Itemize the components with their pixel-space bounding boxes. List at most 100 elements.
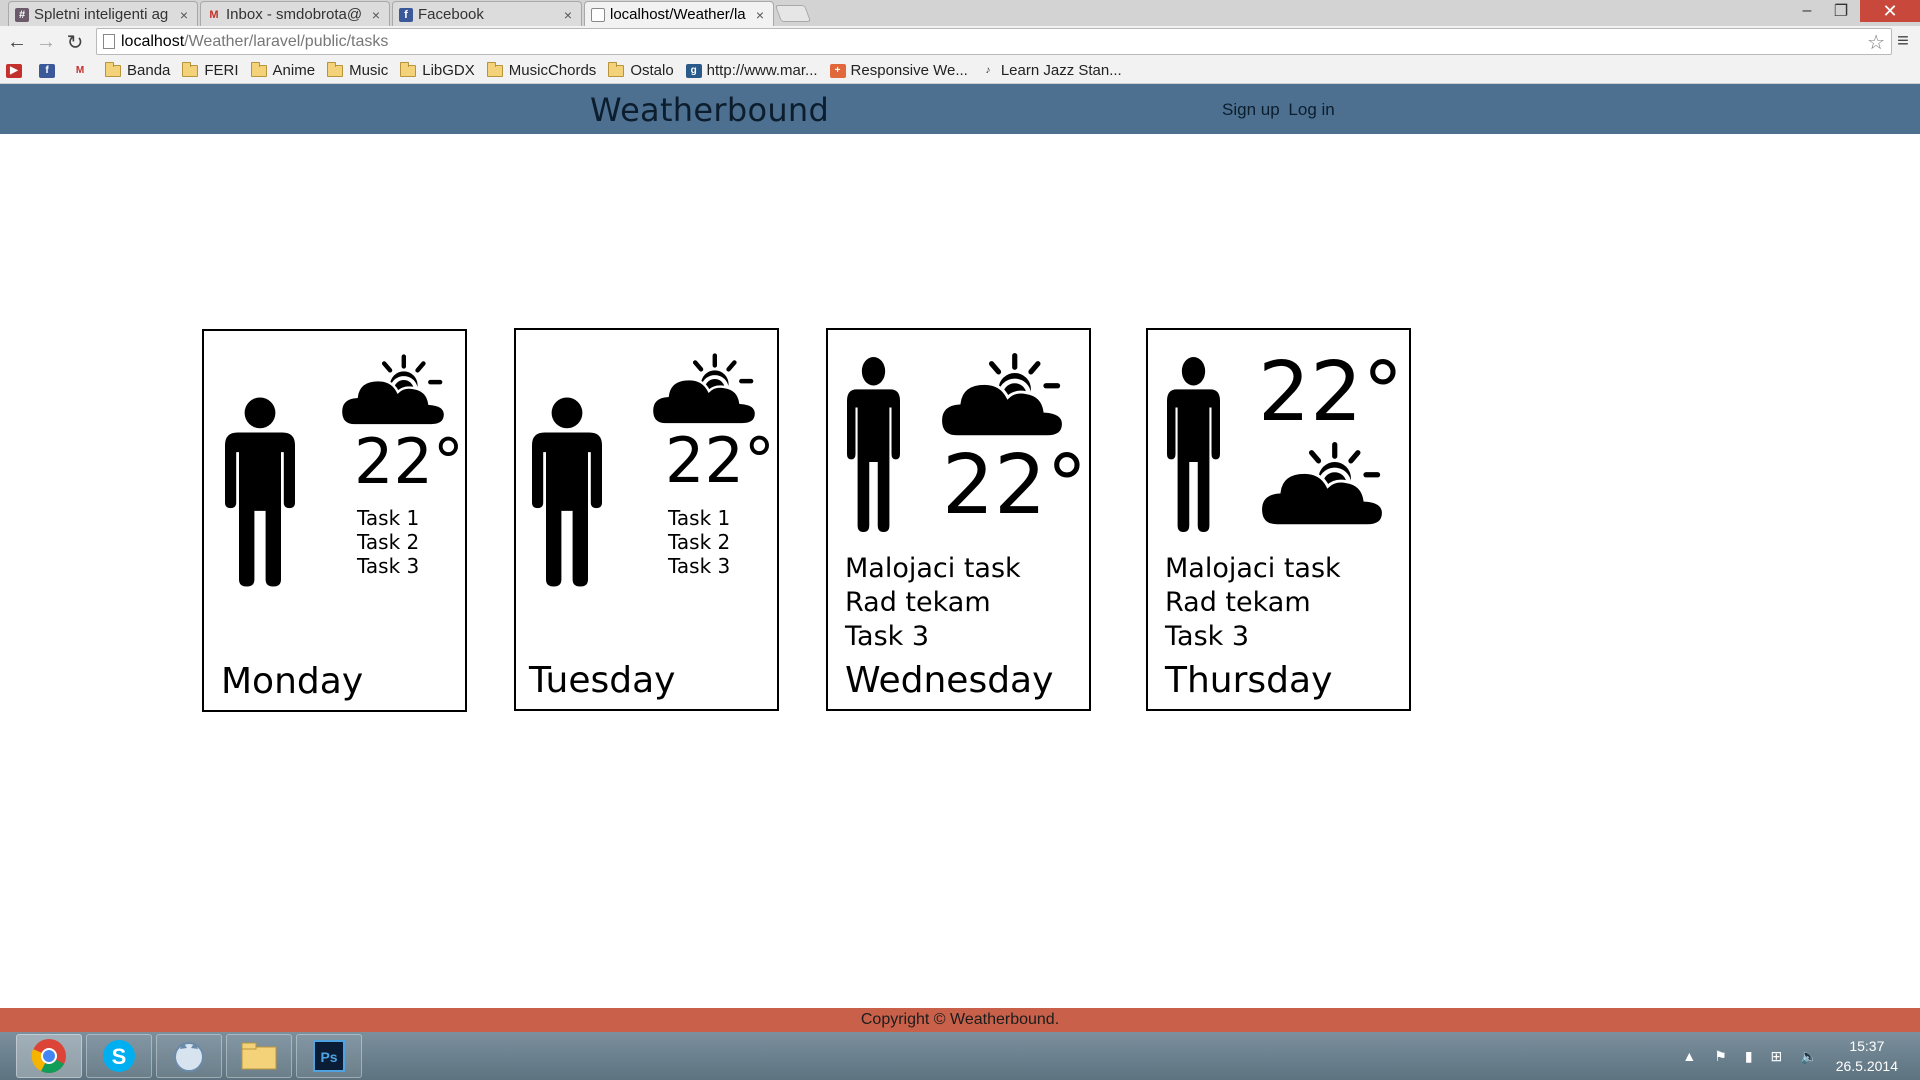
task-item[interactable]: Task 2 — [668, 530, 730, 554]
show-hidden-icons-icon[interactable]: ▲ — [1682, 1048, 1696, 1064]
bookmark-mar[interactable]: g http://www.mar... — [685, 62, 818, 79]
bookmark-feri[interactable]: FERI — [182, 61, 239, 79]
task-item[interactable]: Rad tekam — [845, 586, 1021, 620]
chrome-icon[interactable] — [16, 1034, 82, 1078]
plus-icon: + — [829, 63, 846, 78]
address-bar[interactable]: localhost/Weather/laravel/public/tasks ☆ — [96, 28, 1892, 55]
bookmark-responsive[interactable]: + Responsive We... — [829, 62, 968, 79]
close-tab-icon[interactable]: × — [561, 7, 575, 23]
day-label: Tuesday — [529, 660, 676, 701]
music-note-icon: ♪ — [985, 65, 991, 76]
day-card-wednesday[interactable]: 22° Malojaci task Rad tekam Task 3 Wedne… — [826, 328, 1091, 711]
minimize-icon[interactable]: ‒ — [1788, 0, 1826, 22]
skype-icon[interactable]: S — [86, 1034, 152, 1078]
copyright-text: Copyright © Weatherbound. — [860, 1011, 1060, 1028]
task-item[interactable]: Malojaci task — [845, 552, 1021, 586]
site-brand[interactable]: Weatherbound — [590, 91, 829, 129]
close-tab-icon[interactable]: × — [177, 7, 191, 23]
bookmark-gmail[interactable]: M — [72, 64, 93, 78]
facebook-icon: f — [399, 7, 413, 22]
bookmark-ostalo[interactable]: Ostalo — [608, 61, 674, 79]
bookmark-libgdx[interactable]: LibGDX — [400, 61, 475, 79]
page-icon: g — [685, 63, 702, 78]
day-card-tuesday[interactable]: 22° Task 1 Task 2 Task 3 Tuesday — [514, 328, 779, 711]
flag-icon[interactable]: ⚑ — [1714, 1048, 1727, 1065]
volume-icon[interactable]: 🔈 — [1800, 1048, 1817, 1065]
login-link[interactable]: Log in — [1288, 100, 1334, 119]
system-tray: ▲ ⚑ ▮ ⊞ 🔈 15:37 26.5.2014 — [1682, 1032, 1920, 1080]
page-icon — [103, 34, 115, 49]
youtube-icon: ▶ — [6, 63, 22, 78]
task-item[interactable]: Task 1 — [357, 506, 419, 530]
bookmark-music[interactable]: Music — [327, 61, 388, 79]
folder-icon — [105, 61, 121, 77]
back-icon[interactable]: ← — [4, 30, 30, 54]
browser-chrome: # Spletni inteligenti ag × M Inbox - smd… — [0, 0, 1920, 84]
temperature: 22° — [665, 424, 775, 497]
tab-facebook[interactable]: f Facebook × — [392, 1, 582, 27]
task-item[interactable]: Task 3 — [357, 554, 419, 578]
menu-icon[interactable]: ≡ — [1892, 30, 1914, 52]
sun-cloud-icon — [1258, 440, 1386, 528]
address-path: /Weather/laravel/public/tasks — [184, 32, 389, 50]
bookmark-jazz[interactable]: ♪ Learn Jazz Stan... — [980, 62, 1121, 79]
tab-spletni[interactable]: # Spletni inteligenti ag × — [8, 1, 198, 27]
file-explorer-icon[interactable] — [226, 1034, 292, 1078]
close-window-icon[interactable]: ✕ — [1860, 0, 1920, 22]
task-item[interactable]: Task 3 — [845, 620, 1021, 654]
signup-link[interactable]: Sign up — [1222, 100, 1280, 119]
battery-icon[interactable]: ▮ — [1745, 1048, 1753, 1065]
new-tab-button[interactable] — [774, 5, 812, 22]
task-item[interactable]: Task 2 — [357, 530, 419, 554]
bookmark-anime[interactable]: Anime — [250, 61, 315, 79]
forward-icon[interactable]: → — [33, 30, 59, 54]
task-item[interactable]: Rad tekam — [1165, 586, 1341, 620]
task-item[interactable]: Task 1 — [668, 506, 730, 530]
close-tab-icon[interactable]: × — [369, 7, 383, 23]
bookmark-banda[interactable]: Banda — [105, 61, 170, 79]
gmail-icon: M — [75, 65, 85, 76]
task-list: Task 1 Task 2 Task 3 — [357, 506, 419, 578]
sun-cloud-icon — [339, 352, 447, 428]
bookmark-musicchords[interactable]: MusicChords — [486, 61, 596, 79]
bookmark-star-icon[interactable]: ☆ — [1867, 30, 1885, 55]
folder-icon — [400, 61, 417, 77]
task-item[interactable]: Task 3 — [1165, 620, 1341, 654]
reload-icon[interactable]: ↻ — [62, 30, 88, 54]
tab-title: Spletni inteligenti ag — [34, 6, 169, 23]
folder-icon — [327, 61, 344, 77]
address-host: localhost — [121, 32, 185, 50]
tab-localhost[interactable]: localhost/Weather/la × — [584, 1, 774, 27]
close-tab-icon[interactable]: × — [753, 7, 767, 23]
day-card-monday[interactable]: 22° Task 1 Task 2 Task 3 Monday — [202, 329, 467, 712]
tab-title: localhost/Weather/la — [610, 6, 746, 23]
bookmark-facebook[interactable]: f — [39, 63, 60, 78]
clock[interactable]: 15:37 26.5.2014 — [1836, 1036, 1898, 1076]
sun-cloud-icon — [938, 351, 1066, 439]
sun-cloud-icon — [650, 351, 758, 427]
tab-title: Facebook — [418, 6, 484, 23]
task-item[interactable]: Task 3 — [668, 554, 730, 578]
task-list: Malojaci task Rad tekam Task 3 — [1165, 552, 1341, 654]
facebook-icon: f — [39, 63, 55, 78]
restore-icon[interactable]: ❐ — [1822, 0, 1860, 22]
task-item[interactable]: Malojaci task — [1165, 552, 1341, 586]
folder-icon — [250, 61, 267, 77]
folder-icon — [486, 61, 503, 77]
messenger-icon[interactable] — [156, 1034, 222, 1078]
tab-inbox[interactable]: M Inbox - smdobrota@ × — [200, 1, 390, 27]
tab-title: Inbox - smdobrota@ — [226, 6, 363, 23]
svg-text:Ps: Ps — [320, 1049, 337, 1065]
person-icon — [532, 357, 602, 627]
gmail-icon: M — [209, 8, 219, 21]
network-icon[interactable]: ⊞ — [1771, 1048, 1783, 1065]
site-footer: Copyright © Weatherbound. — [0, 1008, 1920, 1032]
day-label: Thursday — [1165, 660, 1333, 701]
svg-text:S: S — [112, 1044, 127, 1069]
temperature: 22° — [942, 438, 1088, 533]
person-icon — [225, 357, 295, 627]
photoshop-icon[interactable]: Ps — [296, 1034, 362, 1078]
clock-time: 15:37 — [1849, 1038, 1885, 1054]
day-card-thursday[interactable]: 22° Malojaci task Rad tekam Task 3 Thurs… — [1146, 328, 1411, 711]
bookmark-youtube[interactable]: ▶ — [6, 63, 27, 78]
